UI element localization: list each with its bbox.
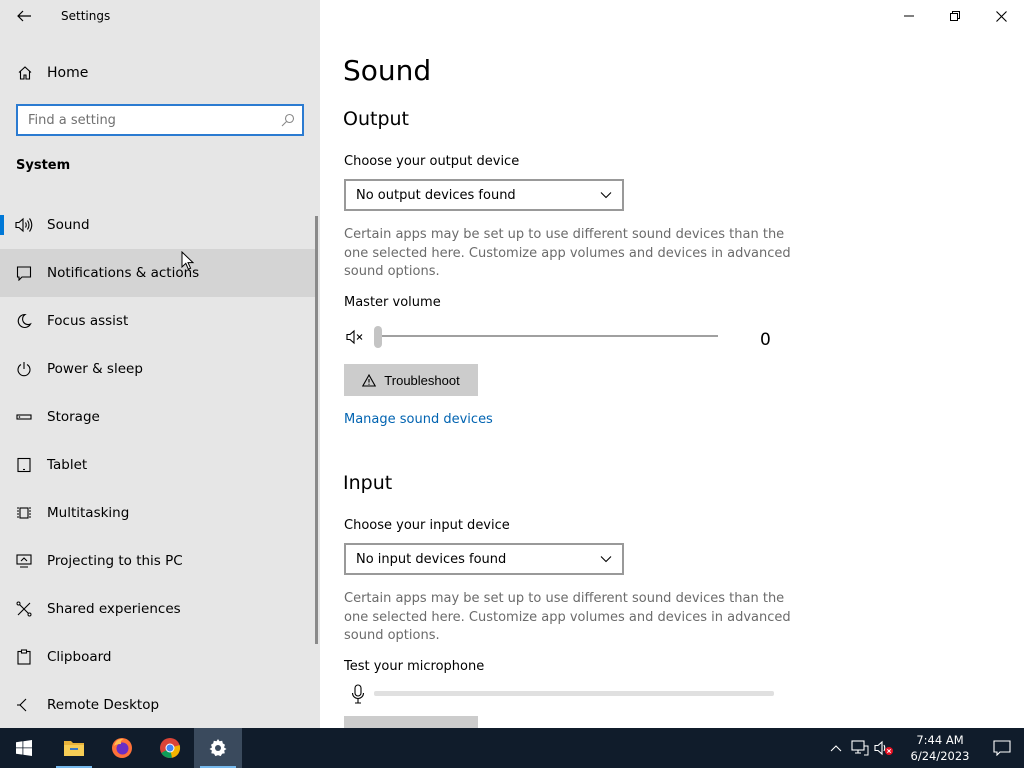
taskbar-file-explorer[interactable] <box>50 728 98 768</box>
sidebar-item-home[interactable]: Home <box>0 58 320 88</box>
output-device-label: Choose your output device <box>344 154 520 169</box>
sidebar-item-label: Tablet <box>47 457 88 473</box>
master-volume-label: Master volume <box>344 295 441 310</box>
sidebar-item-tablet[interactable]: Tablet <box>0 441 318 489</box>
master-volume-thumb[interactable] <box>374 326 382 348</box>
speaker-icon <box>15 216 33 234</box>
app-title: Settings <box>61 9 111 23</box>
nav-list: Sound Notifications & actions Focus assi… <box>0 201 318 728</box>
test-microphone-label: Test your microphone <box>344 659 485 674</box>
master-volume-value: 0 <box>760 330 771 350</box>
sidebar-item-label: Remote Desktop <box>47 697 160 713</box>
warning-icon <box>362 373 377 387</box>
moon-icon <box>15 312 33 330</box>
sidebar-item-power-sleep[interactable]: Power & sleep <box>0 345 318 393</box>
folder-icon <box>64 741 84 756</box>
sidebar-item-label: Focus assist <box>47 313 129 329</box>
microphone-test-row <box>348 682 778 706</box>
chrome-icon <box>160 738 181 759</box>
output-device-dropdown[interactable]: No output devices found <box>344 179 624 211</box>
sidebar-item-label: Projecting to this PC <box>47 553 183 569</box>
input-device-label: Choose your input device <box>344 518 510 533</box>
taskbar-clock[interactable]: 7:44 AM 6/24/2023 <box>900 728 980 768</box>
multitasking-icon <box>15 504 33 522</box>
taskbar: 7:44 AM 6/24/2023 <box>0 728 1024 768</box>
sidebar-item-label: Home <box>47 65 89 81</box>
sidebar-item-multitasking[interactable]: Multitasking <box>0 489 318 537</box>
chevron-up-icon <box>830 745 842 752</box>
sidebar-item-notifications[interactable]: Notifications & actions <box>0 249 318 297</box>
firefox-icon <box>112 738 132 758</box>
clipboard-icon <box>15 648 33 666</box>
back-arrow-icon <box>17 10 31 22</box>
manage-sound-devices-link[interactable]: Manage sound devices <box>344 412 493 427</box>
sidebar-item-shared-experiences[interactable]: Shared experiences <box>0 585 318 633</box>
back-button[interactable] <box>8 2 40 30</box>
projecting-icon <box>15 552 33 570</box>
gear-icon <box>209 739 227 757</box>
search-input[interactable] <box>18 106 274 134</box>
power-icon <box>15 360 33 378</box>
system-tray: 7:44 AM 6/24/2023 <box>824 728 1024 768</box>
sidebar-item-focus-assist[interactable]: Focus assist <box>0 297 318 345</box>
start-button[interactable] <box>0 728 48 768</box>
network-tray-button[interactable] <box>848 728 872 768</box>
sidebar-item-label: Notifications & actions <box>47 265 200 281</box>
sidebar-item-label: Multitasking <box>47 505 130 521</box>
sidebar-item-sound[interactable]: Sound <box>0 201 318 249</box>
sidebar-item-label: Clipboard <box>47 649 112 665</box>
microphone-level-bar <box>374 691 774 696</box>
notification-icon <box>15 264 33 282</box>
speaker-error-icon <box>874 740 893 756</box>
show-hidden-icons-button[interactable] <box>824 728 848 768</box>
clock-date: 6/24/2023 <box>910 749 970 763</box>
sidebar: Settings Home System Sound Notifications… <box>0 0 320 728</box>
input-heading: Input <box>343 472 393 494</box>
taskbar-chrome[interactable] <box>146 728 194 768</box>
chevron-down-icon <box>600 556 612 563</box>
main-content: Sound Output Choose your output device N… <box>320 0 1024 728</box>
home-icon <box>16 64 34 82</box>
sidebar-item-remote-desktop[interactable]: Remote Desktop <box>0 681 318 728</box>
windows-logo-icon <box>16 740 32 756</box>
taskbar-settings[interactable] <box>194 728 242 768</box>
sidebar-item-storage[interactable]: Storage <box>0 393 318 441</box>
output-device-value: No output devices found <box>356 187 516 203</box>
search-icon[interactable] <box>274 106 302 134</box>
network-icon <box>851 740 869 756</box>
storage-icon <box>15 408 33 426</box>
titlebar: Settings <box>0 0 320 32</box>
output-heading: Output <box>343 108 409 130</box>
remote-desktop-icon <box>15 696 33 714</box>
sidebar-item-label: Sound <box>47 217 90 233</box>
tablet-icon <box>15 456 33 474</box>
action-center-button[interactable] <box>980 728 1024 768</box>
taskbar-firefox[interactable] <box>98 728 146 768</box>
sidebar-item-projecting[interactable]: Projecting to this PC <box>0 537 318 585</box>
output-description: Certain apps may be set up to use differ… <box>344 227 791 279</box>
page-title: Sound <box>343 54 432 87</box>
sidebar-item-label: Power & sleep <box>47 361 143 377</box>
volume-tray-button[interactable] <box>872 728 896 768</box>
notification-icon <box>993 740 1011 756</box>
troubleshoot-label: Troubleshoot <box>384 372 460 388</box>
speaker-muted-icon[interactable] <box>344 327 368 347</box>
clock-time: 7:44 AM <box>916 733 964 747</box>
troubleshoot-input-button[interactable] <box>344 716 478 728</box>
section-heading: System <box>16 158 71 173</box>
sidebar-scrollbar[interactable] <box>315 216 318 644</box>
microphone-icon <box>348 684 368 704</box>
troubleshoot-button[interactable]: Troubleshoot <box>344 364 478 396</box>
search-box <box>16 104 304 136</box>
chevron-down-icon <box>600 192 612 199</box>
shared-icon <box>15 600 33 618</box>
master-volume-slider[interactable] <box>374 335 718 337</box>
input-device-dropdown[interactable]: No input devices found <box>344 543 624 575</box>
sidebar-item-label: Storage <box>47 409 100 425</box>
sidebar-item-label: Shared experiences <box>47 601 181 617</box>
input-description: Certain apps may be set up to use differ… <box>344 591 791 643</box>
master-volume-row <box>344 324 784 350</box>
sidebar-item-clipboard[interactable]: Clipboard <box>0 633 318 681</box>
input-device-value: No input devices found <box>356 551 507 567</box>
